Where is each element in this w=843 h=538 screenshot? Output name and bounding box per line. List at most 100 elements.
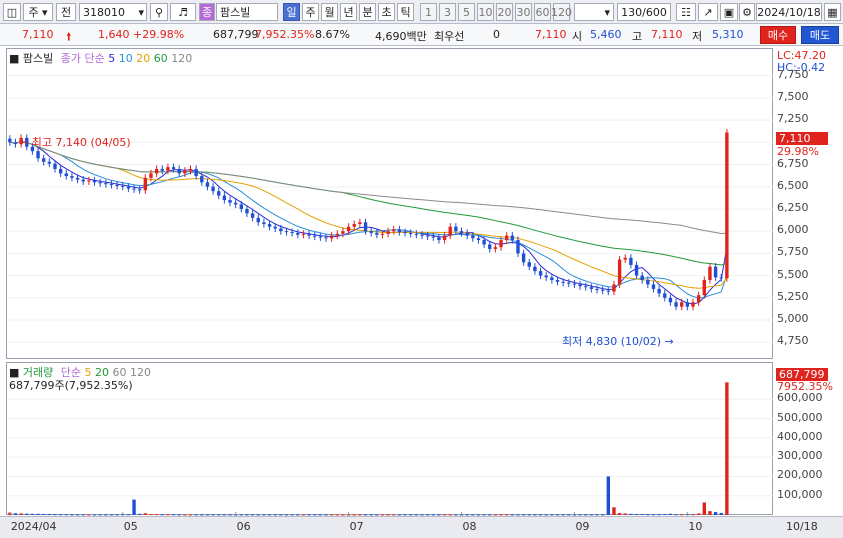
volume-tick-label: 200,000 bbox=[777, 468, 823, 482]
buy-button[interactable]: 매수 bbox=[760, 26, 796, 44]
interval-tab-3[interactable]: 10 bbox=[477, 3, 494, 21]
candle-body bbox=[329, 235, 334, 239]
interval-tab-4[interactable]: 20 bbox=[496, 3, 513, 21]
candle-body bbox=[493, 247, 498, 249]
turnover-value: 8.67% bbox=[315, 28, 350, 41]
chevron-down-icon: ▾ bbox=[138, 5, 144, 19]
ma-period-20: 20 bbox=[132, 52, 151, 65]
price-ma-label: 종가 단순 bbox=[60, 52, 105, 65]
candle-body bbox=[437, 237, 441, 241]
candle-body bbox=[527, 262, 531, 267]
search-icon[interactable]: ⚲ bbox=[150, 3, 168, 21]
volume-bar bbox=[42, 514, 46, 516]
date-tick-label: 05 bbox=[123, 520, 138, 533]
legend-icon: ■ bbox=[9, 52, 20, 65]
volume-bar bbox=[143, 513, 148, 515]
candle-body bbox=[245, 208, 249, 214]
price-chart-svg[interactable] bbox=[7, 49, 774, 360]
type-button[interactable]: 전 bbox=[56, 3, 76, 21]
candle-body bbox=[471, 235, 475, 239]
layout-icon[interactable]: ◫ bbox=[3, 3, 21, 21]
period-tab-5[interactable]: 초 bbox=[378, 3, 395, 21]
candle-body bbox=[250, 213, 255, 218]
candle-body bbox=[420, 234, 424, 236]
volume-value: 687,799 bbox=[213, 28, 259, 41]
price-tick-label: 5,000 bbox=[777, 312, 809, 325]
period-tab-0[interactable]: 일 bbox=[283, 3, 300, 21]
candle-body bbox=[177, 168, 181, 174]
indicator-icon[interactable]: ☷ bbox=[676, 3, 696, 21]
candle-body bbox=[578, 284, 582, 287]
candle-body bbox=[380, 233, 385, 235]
candle-body bbox=[414, 233, 419, 235]
code-input[interactable]: 318010 ▾ bbox=[79, 3, 147, 21]
interval-tab-6[interactable]: 60 bbox=[534, 3, 551, 21]
candle-body bbox=[98, 182, 102, 184]
period-tab-1[interactable]: 주 bbox=[302, 3, 319, 21]
candle-body bbox=[369, 231, 373, 233]
candle-body bbox=[606, 290, 611, 292]
price-tick-label: 7,250 bbox=[777, 112, 809, 126]
period-tab-3[interactable]: 년 bbox=[340, 3, 357, 21]
interval-tab-2[interactable]: 5 bbox=[458, 3, 475, 21]
stock-name-field[interactable]: 팜스빌 bbox=[216, 3, 278, 21]
candle-body bbox=[58, 168, 63, 174]
interval-tab-5[interactable]: 30 bbox=[515, 3, 532, 21]
candle-body bbox=[188, 168, 193, 171]
volume-tick-label: 100,000 bbox=[777, 487, 823, 501]
volume-bar bbox=[132, 499, 136, 515]
volume-bar bbox=[36, 513, 40, 515]
candle-body bbox=[358, 222, 362, 225]
candle-body bbox=[132, 188, 136, 190]
price-tick-label: 6,750 bbox=[777, 156, 809, 170]
candle-body bbox=[612, 284, 616, 292]
volume-axis: 687,799 7952.35% 600,000 500,000 400,000 30… bbox=[773, 362, 843, 515]
interval-tab-7[interactable]: 120 bbox=[551, 3, 572, 21]
price-legend: ■ 팜스빌 종가 단순 5 10 20 60 120 bbox=[9, 50, 192, 66]
candle-body bbox=[459, 231, 464, 233]
candle-body bbox=[137, 189, 142, 191]
volume-bar bbox=[725, 382, 729, 515]
sell-button[interactable]: 매도 bbox=[801, 26, 839, 44]
calendar-icon[interactable]: ▦ bbox=[824, 3, 841, 21]
candle-body bbox=[499, 240, 503, 248]
candle-body bbox=[211, 186, 215, 192]
candle-body bbox=[171, 167, 176, 169]
interval-custom-input[interactable]: ▾ bbox=[574, 3, 614, 21]
date-field[interactable]: 2024/10/18 bbox=[756, 3, 822, 21]
open-label: 시 bbox=[572, 30, 583, 43]
settings-gear-icon[interactable]: ⚙ bbox=[739, 3, 755, 21]
candle-body bbox=[510, 235, 515, 241]
volume-chart-pane[interactable]: ■ 거래량 단순 5 20 60 120 687,799주(7,952.35%) bbox=[6, 362, 774, 516]
price-change-pct: +29.98% bbox=[133, 28, 185, 41]
chart-type-icon[interactable]: ↗ bbox=[698, 3, 718, 21]
candle-body bbox=[448, 226, 452, 236]
sound-icon[interactable]: ♬ bbox=[170, 3, 196, 21]
candle-body bbox=[307, 233, 311, 236]
interval-tab-1[interactable]: 3 bbox=[439, 3, 456, 21]
market-select[interactable]: 주 ▾ bbox=[23, 3, 53, 21]
candle-body bbox=[719, 277, 723, 279]
candle-body bbox=[657, 288, 661, 294]
price-chart-pane[interactable]: ■ 팜스빌 종가 단순 5 10 20 60 120 ← 최고 7,140 (0… bbox=[6, 48, 774, 360]
save-icon[interactable]: ▣ bbox=[720, 3, 738, 21]
candle-body bbox=[691, 302, 695, 307]
count-field[interactable]: 130/600 bbox=[617, 3, 671, 21]
candle-body bbox=[550, 277, 554, 281]
candle-body bbox=[465, 232, 469, 236]
period-tab-4[interactable]: 분 bbox=[359, 3, 376, 21]
period-tab-2[interactable]: 월 bbox=[321, 3, 338, 21]
candle-body bbox=[313, 235, 317, 237]
candle-body bbox=[640, 275, 644, 281]
interval-tab-0[interactable]: 1 bbox=[420, 3, 437, 21]
price-legend-name: 팜스빌 bbox=[22, 52, 54, 65]
low-annotation: 최저 4,830 (10/02) → bbox=[562, 335, 674, 348]
price-tick-label: 5,750 bbox=[777, 245, 809, 259]
high-annotation: ← 최고 7,140 (04/05) bbox=[19, 136, 131, 149]
period-tab-6[interactable]: 틱 bbox=[397, 3, 414, 21]
price-tick-label: 5,250 bbox=[777, 289, 809, 303]
chart-toolbar: ◫ 주 ▾ 전 318010 ▾ ⚲ ♬ 종 팜스빌 일주월년분초틱 1 3 5 10 2… bbox=[0, 0, 843, 24]
group-badge[interactable]: 종 bbox=[199, 3, 215, 21]
candle-body bbox=[290, 232, 294, 234]
volume-tick-label: 400,000 bbox=[777, 429, 823, 443]
